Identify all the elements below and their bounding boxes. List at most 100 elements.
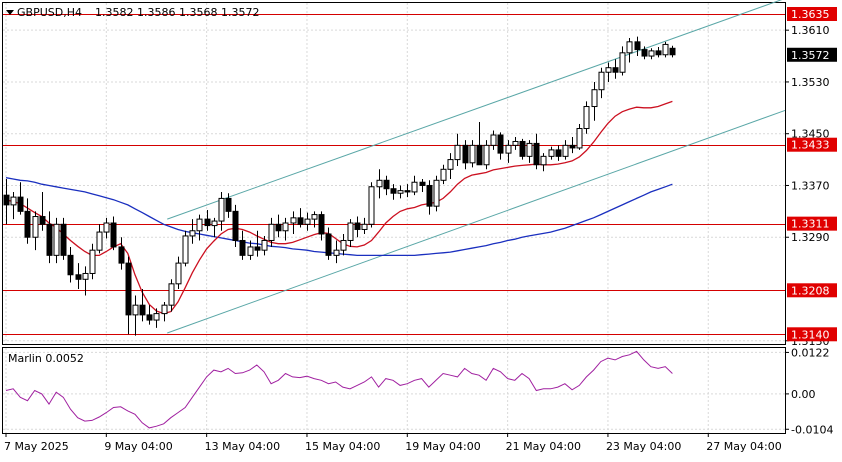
candle-body	[433, 179, 440, 207]
candle-body	[340, 239, 347, 251]
level-price-label: 1.3635	[791, 8, 830, 21]
candle-body	[662, 43, 669, 56]
ohlc-values: 1.3582 1.3586 1.3568 1.3572	[95, 6, 259, 19]
indicator-axis: 0.0122 0.00 -0.0104	[785, 346, 833, 436]
candle-body	[247, 246, 254, 256]
candle-body	[333, 249, 340, 256]
candle-body	[282, 222, 289, 232]
time-tick-label: 27 May 04:00	[706, 440, 781, 453]
candle-body	[89, 249, 96, 274]
candle-body	[361, 223, 368, 230]
candle-body	[505, 144, 512, 154]
price-chart-canvas[interactable]: 1.36101.35301.34501.33701.32901.31301.36…	[0, 0, 842, 459]
candle-body	[96, 231, 103, 251]
price-tick-label: 1.3530	[791, 76, 830, 89]
candle-body	[612, 67, 619, 73]
level-price-label: 1.3140	[791, 328, 830, 341]
candle-body	[440, 168, 447, 181]
candle-body	[419, 181, 426, 186]
candle-body	[311, 214, 318, 220]
candle-body	[254, 246, 261, 251]
candle-body	[196, 218, 203, 232]
candle-body	[497, 134, 504, 154]
candle	[182, 230, 189, 267]
candle-body	[175, 262, 182, 285]
candle-body	[67, 254, 74, 276]
indicator-tick-label: 0.0122	[791, 346, 830, 359]
candle-body	[404, 190, 411, 193]
candle	[433, 175, 440, 212]
price-tick-label: 1.3290	[791, 231, 830, 244]
candle-body	[634, 41, 641, 51]
current-price-label: 1.3572	[791, 49, 830, 62]
price-tick-label: 1.3370	[791, 179, 830, 192]
candle	[583, 101, 590, 134]
candle-body	[368, 186, 375, 225]
level-price-label: 1.3433	[791, 139, 830, 152]
candle-body	[168, 283, 175, 306]
candle-body	[24, 210, 31, 238]
candle-body	[648, 50, 655, 57]
candle-body	[626, 41, 633, 54]
candle-body	[512, 140, 519, 146]
candle-body	[318, 214, 325, 235]
candle-body	[53, 223, 60, 256]
candle-body	[347, 222, 354, 241]
candle-body	[598, 71, 605, 91]
candle-body	[275, 223, 282, 232]
candle-body	[218, 197, 225, 222]
candle-body	[3, 194, 10, 206]
candle-body	[189, 230, 196, 237]
candle-body	[490, 134, 497, 146]
candle-body	[182, 235, 189, 264]
candle	[519, 138, 526, 160]
time-tick-label: 7 May 2025	[4, 440, 69, 453]
candle-body	[533, 142, 540, 166]
candle-body	[60, 223, 67, 256]
candle-body	[161, 304, 168, 315]
candle-body	[153, 313, 160, 321]
candle-body	[454, 144, 461, 161]
candle-body	[619, 52, 626, 73]
candle-body	[376, 179, 383, 188]
candle-body	[225, 197, 232, 212]
candle-body	[548, 149, 555, 157]
candle-body	[204, 218, 211, 227]
candle-body	[354, 222, 361, 230]
candle-body	[447, 159, 454, 170]
indicator-tick-label: 0.00	[791, 388, 816, 401]
candle-body	[390, 188, 397, 194]
time-tick-label: 13 May 04:00	[205, 440, 280, 453]
candle-body	[290, 217, 297, 224]
candle-body	[383, 179, 390, 190]
candle-body	[146, 314, 153, 321]
level-price-label: 1.3311	[791, 218, 830, 231]
candle-body	[655, 50, 662, 56]
candle	[60, 217, 67, 260]
candle-body	[325, 233, 332, 256]
candle-body	[39, 216, 46, 225]
candle-body	[605, 67, 612, 73]
candle-body	[462, 144, 469, 164]
candle-body	[125, 262, 132, 316]
candle-body	[10, 196, 17, 206]
candle-body	[32, 216, 39, 238]
candle-body	[469, 144, 476, 164]
time-tick-label: 9 May 04:00	[104, 440, 172, 453]
candle-body	[669, 47, 676, 56]
candle-body	[75, 274, 82, 280]
candle-body	[304, 218, 311, 225]
candle-body	[397, 190, 404, 194]
price-tick-label: 1.3610	[791, 24, 830, 37]
indicator-tick-label: -0.0104	[791, 423, 833, 436]
time-tick-label: 15 May 04:00	[305, 440, 380, 453]
candle-body	[576, 128, 583, 149]
candle-body	[540, 155, 547, 166]
chart-header: GBPUSD,H4 1.3582 1.3586 1.3568 1.3572	[6, 6, 259, 19]
candle-body	[519, 140, 526, 157]
candle-body	[297, 217, 304, 225]
candle-body	[132, 304, 139, 316]
candle-body	[562, 144, 569, 157]
candle-body	[526, 142, 533, 157]
candle-body	[239, 239, 246, 256]
